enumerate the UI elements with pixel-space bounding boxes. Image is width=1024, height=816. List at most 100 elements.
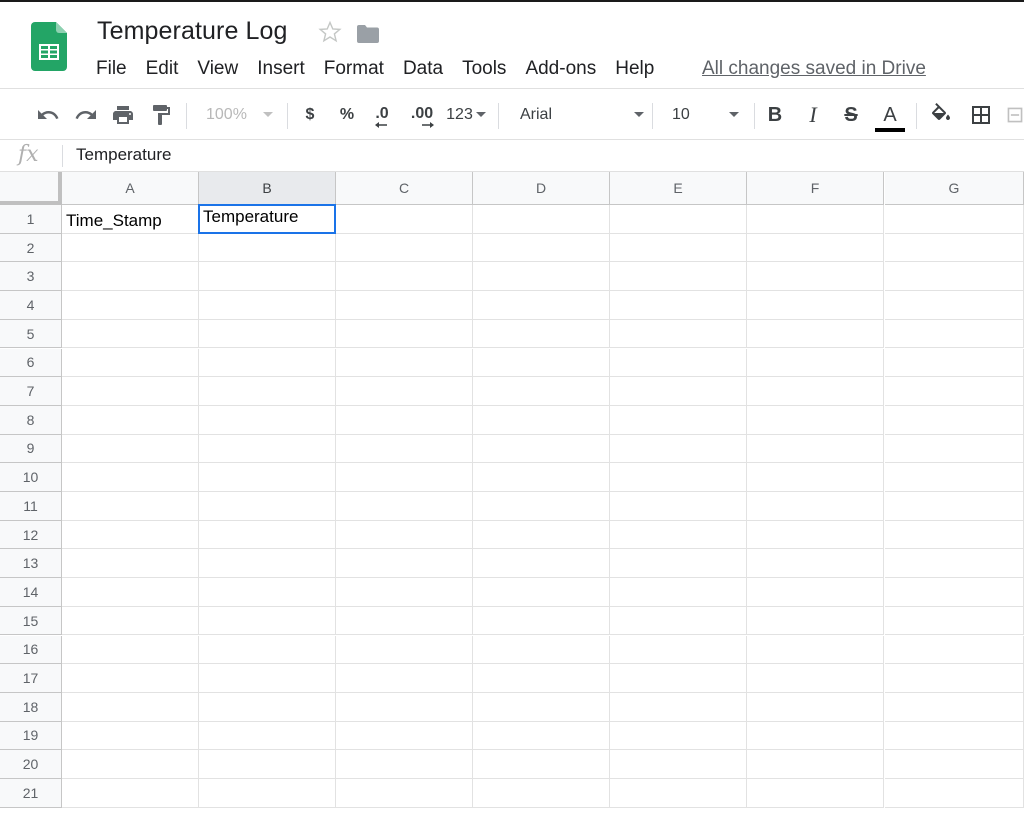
cell-g2[interactable]: [885, 233, 1024, 263]
redo-button[interactable]: [72, 89, 100, 141]
row-header-8[interactable]: 8: [0, 405, 62, 435]
cell-f19[interactable]: [747, 721, 884, 751]
cell-e1[interactable]: [610, 205, 747, 234]
increase-decimal-button[interactable]: .00: [405, 89, 439, 141]
cell-a10[interactable]: [62, 463, 199, 492]
cell-d5[interactable]: [473, 319, 610, 349]
cell-f14[interactable]: [747, 578, 884, 607]
cell-f13[interactable]: [747, 549, 884, 579]
menu-view[interactable]: View: [197, 58, 238, 80]
cell-a4[interactable]: [62, 291, 199, 320]
cell-e10[interactable]: [610, 463, 747, 492]
row-header-12[interactable]: 12: [0, 520, 62, 550]
cell-b11[interactable]: [199, 492, 336, 521]
percent-format-button[interactable]: %: [334, 89, 360, 141]
cell-b2[interactable]: [199, 233, 336, 263]
cell-b17[interactable]: [199, 664, 336, 693]
cell-b21[interactable]: [199, 779, 336, 808]
cell-e6[interactable]: [610, 348, 747, 378]
cell-c17[interactable]: [336, 664, 473, 693]
cell-b10[interactable]: [199, 463, 336, 492]
cell-d21[interactable]: [473, 779, 610, 808]
row-header-13[interactable]: 13: [0, 549, 62, 579]
cell-g5[interactable]: [885, 319, 1024, 349]
select-all-corner[interactable]: [0, 172, 62, 205]
cell-b16[interactable]: [199, 635, 336, 665]
cell-f4[interactable]: [747, 291, 884, 320]
save-status-link[interactable]: All changes saved in Drive: [702, 58, 926, 80]
cell-g9[interactable]: [885, 434, 1024, 464]
cell-c21[interactable]: [336, 779, 473, 808]
cell-a20[interactable]: [62, 750, 199, 779]
cell-d3[interactable]: [473, 262, 610, 292]
cell-b3[interactable]: [199, 262, 336, 292]
menu-add-ons[interactable]: Add-ons: [525, 58, 596, 80]
cell-f15[interactable]: [747, 606, 884, 636]
cell-b8[interactable]: [199, 405, 336, 435]
cell-c5[interactable]: [336, 319, 473, 349]
cell-g6[interactable]: [885, 348, 1024, 378]
row-header-20[interactable]: 20: [0, 750, 62, 779]
row-header-18[interactable]: 18: [0, 692, 62, 722]
row-header-2[interactable]: 2: [0, 233, 62, 263]
cell-f8[interactable]: [747, 405, 884, 435]
row-header-14[interactable]: 14: [0, 578, 62, 607]
cell-f17[interactable]: [747, 664, 884, 693]
cell-f21[interactable]: [747, 779, 884, 808]
cell-b15[interactable]: [199, 606, 336, 636]
cell-e18[interactable]: [610, 692, 747, 722]
row-header-10[interactable]: 10: [0, 463, 62, 492]
cell-f3[interactable]: [747, 262, 884, 292]
cell-e16[interactable]: [610, 635, 747, 665]
cell-c6[interactable]: [336, 348, 473, 378]
cell-e12[interactable]: [610, 520, 747, 550]
cell-d11[interactable]: [473, 492, 610, 521]
cell-b20[interactable]: [199, 750, 336, 779]
currency-format-button[interactable]: $: [297, 89, 323, 141]
column-header-d[interactable]: D: [473, 172, 610, 205]
cell-g4[interactable]: [885, 291, 1024, 320]
print-button[interactable]: [109, 89, 137, 141]
cell-f7[interactable]: [747, 377, 884, 406]
row-header-15[interactable]: 15: [0, 606, 62, 636]
cell-d7[interactable]: [473, 377, 610, 406]
cell-a3[interactable]: [62, 262, 199, 292]
cell-d2[interactable]: [473, 233, 610, 263]
cell-e5[interactable]: [610, 319, 747, 349]
cell-a1[interactable]: Time_Stamp: [62, 205, 199, 234]
menu-tools[interactable]: Tools: [462, 58, 506, 80]
cell-g13[interactable]: [885, 549, 1024, 579]
cell-a14[interactable]: [62, 578, 199, 607]
paint-format-button[interactable]: [147, 89, 175, 141]
text-color-button[interactable]: A: [874, 89, 906, 141]
formula-input[interactable]: Temperature: [76, 145, 171, 165]
cell-e8[interactable]: [610, 405, 747, 435]
cell-d19[interactable]: [473, 721, 610, 751]
cell-d9[interactable]: [473, 434, 610, 464]
cell-e4[interactable]: [610, 291, 747, 320]
cell-a8[interactable]: [62, 405, 199, 435]
cell-d20[interactable]: [473, 750, 610, 779]
column-header-a[interactable]: A: [62, 172, 199, 205]
cell-d15[interactable]: [473, 606, 610, 636]
cell-e17[interactable]: [610, 664, 747, 693]
italic-button[interactable]: I: [800, 89, 826, 141]
row-header-4[interactable]: 4: [0, 291, 62, 320]
cell-d13[interactable]: [473, 549, 610, 579]
menu-insert[interactable]: Insert: [257, 58, 305, 80]
cell-b6[interactable]: [199, 348, 336, 378]
cell-f18[interactable]: [747, 692, 884, 722]
decrease-decimal-button[interactable]: .0: [368, 89, 396, 141]
cell-a15[interactable]: [62, 606, 199, 636]
document-title[interactable]: Temperature Log: [97, 17, 288, 46]
menu-format[interactable]: Format: [324, 58, 384, 80]
cell-c11[interactable]: [336, 492, 473, 521]
cell-b1[interactable]: Temperature: [198, 204, 336, 234]
bold-button[interactable]: B: [762, 89, 788, 141]
cell-b19[interactable]: [199, 721, 336, 751]
row-header-3[interactable]: 3: [0, 262, 62, 292]
cell-c2[interactable]: [336, 233, 473, 263]
cell-a2[interactable]: [62, 233, 199, 263]
row-header-11[interactable]: 11: [0, 492, 62, 521]
row-header-6[interactable]: 6: [0, 348, 62, 378]
